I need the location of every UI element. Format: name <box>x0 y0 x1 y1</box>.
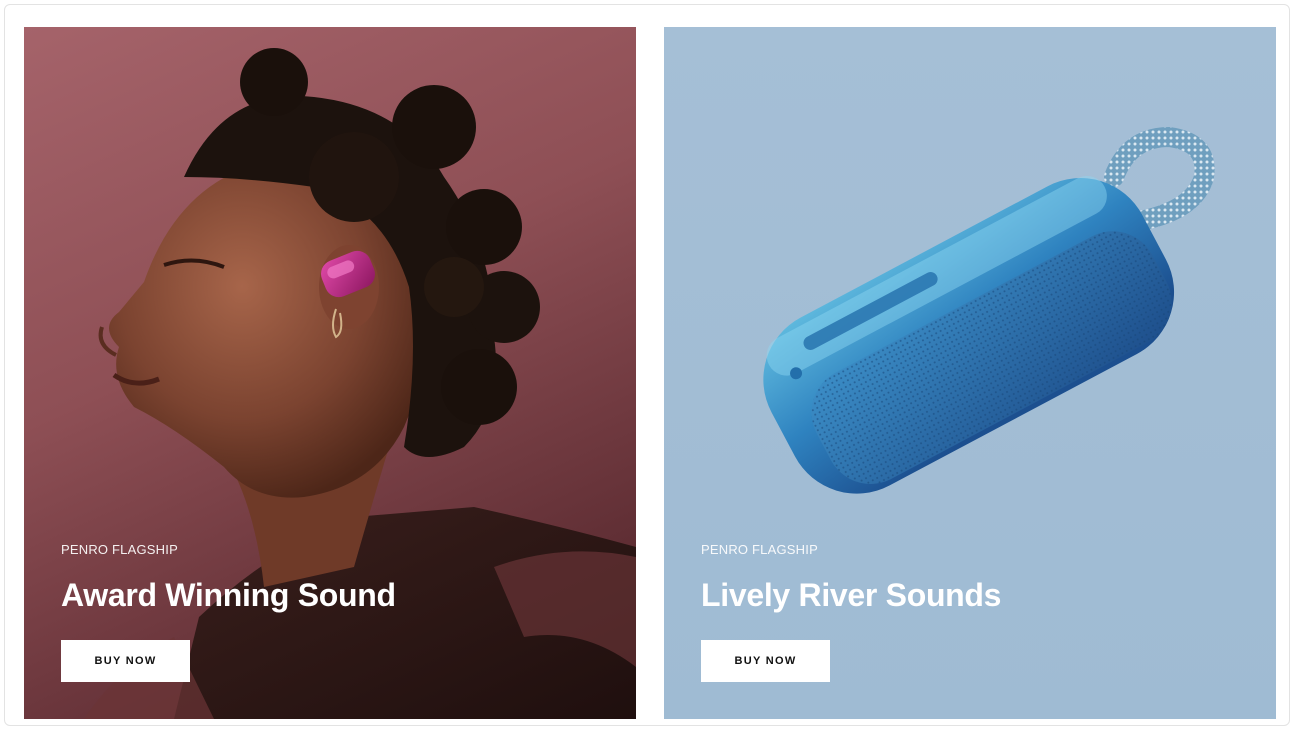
promo-card-earbuds[interactable]: PENRO FLAGSHIP Award Winning Sound BUY N… <box>24 27 636 719</box>
card-title: Lively River Sounds <box>701 577 1002 613</box>
earbuds-lifestyle-image <box>24 27 636 719</box>
speaker-product-image <box>664 27 1276 719</box>
promo-banner-section: PENRO FLAGSHIP Award Winning Sound BUY N… <box>4 4 1290 726</box>
promo-card-speaker[interactable]: PENRO FLAGSHIP Lively River Sounds BUY N… <box>664 27 1276 719</box>
buy-now-button[interactable]: BUY NOW <box>701 640 830 682</box>
card-eyebrow: PENRO FLAGSHIP <box>61 542 178 557</box>
card-title: Award Winning Sound <box>61 577 396 613</box>
card-eyebrow: PENRO FLAGSHIP <box>701 542 818 557</box>
buy-now-button[interactable]: BUY NOW <box>61 640 190 682</box>
